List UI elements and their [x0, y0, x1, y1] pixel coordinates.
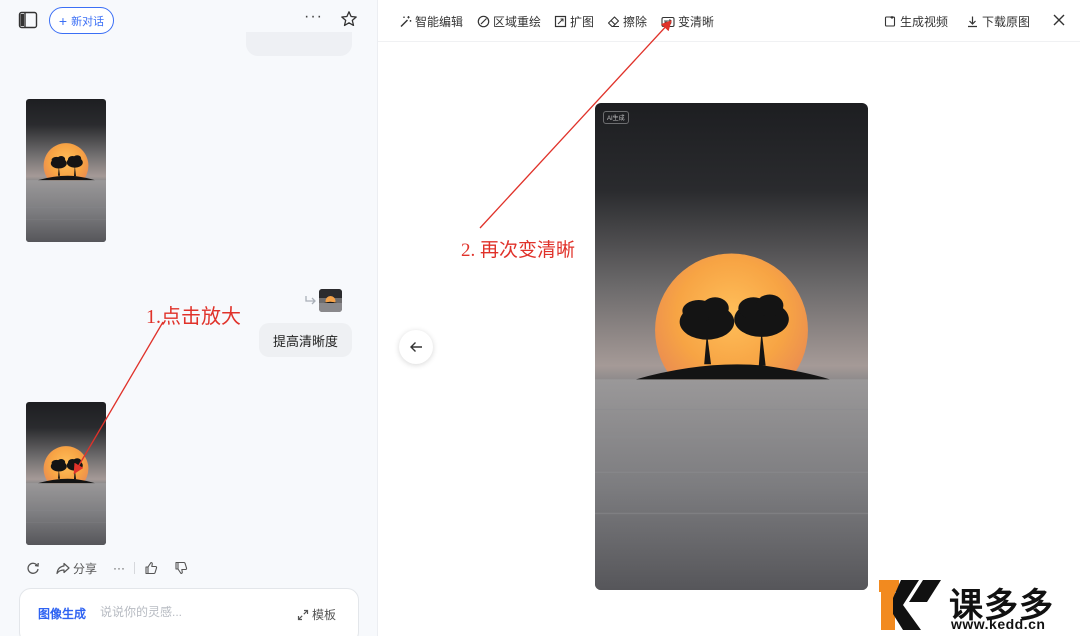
enhanced-image-thumbnail[interactable]: [26, 402, 106, 545]
image-viewer: 智能编辑 区域重绘 扩图 擦除 变清晰 生成视频 下载原图 AI生成: [378, 0, 1080, 636]
sidebar-toggle-icon[interactable]: [18, 11, 38, 29]
smart-edit-label: 智能编辑: [415, 15, 464, 29]
prompt-input[interactable]: [100, 602, 270, 622]
expand-label: 扩图: [570, 15, 595, 29]
new-chat-label: 新对话: [71, 15, 105, 28]
generate-video-button[interactable]: 生成视频: [884, 13, 948, 30]
actions-divider: [134, 562, 136, 574]
expand-frame-icon: [554, 15, 567, 28]
watermark-logo: 课多多 www.kedd.cn: [879, 576, 1079, 634]
more-options-icon[interactable]: ···: [304, 8, 323, 26]
share-label: 分享: [73, 561, 98, 576]
expand-icon: [297, 609, 309, 620]
dislike-button[interactable]: [174, 561, 188, 575]
brand-logo-icon: [879, 580, 941, 630]
message-actions: 分享 ···: [26, 558, 188, 578]
template-label: 模板: [312, 608, 337, 622]
generated-image-thumbnail[interactable]: [26, 99, 106, 242]
annotation-step-2: 2. 再次变清晰: [461, 240, 576, 261]
expand-image-button[interactable]: 扩图: [554, 13, 594, 30]
ai-generated-badge: AI生成: [603, 111, 629, 124]
reply-arrow-icon: [305, 296, 316, 305]
plus-icon: +: [58, 12, 68, 29]
close-icon[interactable]: [1050, 11, 1068, 29]
share-icon: [56, 562, 70, 574]
download-icon: [968, 16, 977, 28]
magic-wand-icon: [400, 16, 412, 27]
arrow-left-icon: [410, 342, 422, 352]
download-original-button[interactable]: 下载原图: [966, 13, 1030, 30]
more-actions-icon[interactable]: ···: [113, 561, 125, 575]
preview-image: AI生成: [595, 103, 868, 590]
viewer-toolbar: 智能编辑 区域重绘 扩图 擦除 变清晰 生成视频 下载原图: [378, 0, 1080, 42]
smart-edit-button[interactable]: 智能编辑: [399, 13, 463, 30]
eraser-icon: [607, 16, 620, 28]
sharpen-button[interactable]: 变清晰: [661, 13, 714, 30]
refresh-icon: [27, 562, 39, 574]
app-root: + 新对话 ··· 提高清晰度 分享 ··· 图像生成 说说你的灵感... 模板…: [0, 0, 1080, 636]
like-button[interactable]: [144, 561, 158, 575]
generate-video-label: 生成视频: [900, 15, 949, 29]
user-message-bubble: 提高清晰度: [259, 323, 352, 357]
template-button[interactable]: 模板: [297, 606, 336, 623]
previous-message-bubble: [246, 32, 352, 56]
video-icon: [884, 16, 896, 27]
prompt-composer: 图像生成 模板: [19, 588, 359, 636]
region-redraw-label: 区域重绘: [493, 15, 542, 29]
annotation-step-1: 1.点击放大: [146, 306, 241, 328]
thumbs-up-icon: [145, 561, 158, 575]
erase-button[interactable]: 擦除: [607, 13, 647, 30]
mode-label-image-generation[interactable]: 图像生成: [38, 605, 86, 622]
reference-image-avatar: [319, 289, 342, 312]
region-redraw-button[interactable]: 区域重绘: [477, 13, 541, 30]
thumbs-down-icon: [175, 561, 188, 575]
sunset-image: [595, 103, 868, 590]
brush-icon: [477, 15, 490, 28]
brand-url: www.kedd.cn: [951, 616, 1046, 632]
previous-image-button[interactable]: [399, 330, 433, 364]
hd-icon: [661, 16, 675, 27]
sharpen-label: 变清晰: [678, 15, 715, 29]
share-button[interactable]: 分享: [56, 560, 97, 577]
erase-label: 擦除: [623, 15, 648, 29]
new-chat-button[interactable]: + 新对话: [49, 7, 114, 34]
regenerate-button[interactable]: [26, 561, 40, 575]
star-icon[interactable]: [340, 10, 358, 28]
download-original-label: 下载原图: [982, 15, 1031, 29]
